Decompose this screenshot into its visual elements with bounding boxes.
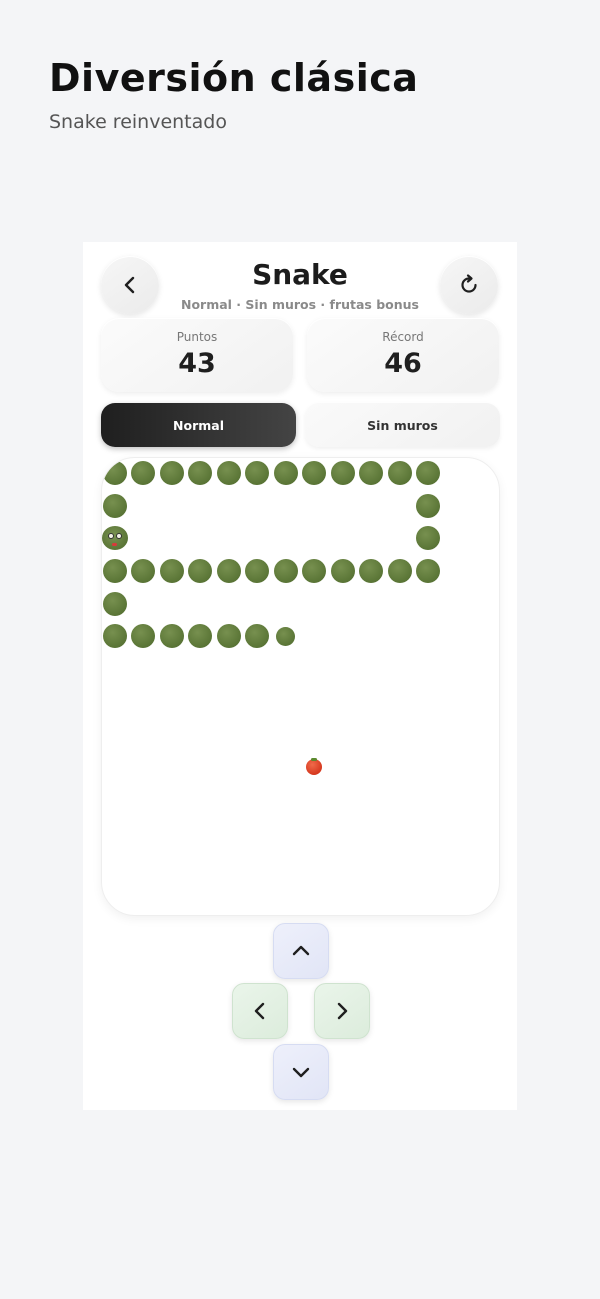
mode-no-walls-button[interactable]: Sin muros [305, 403, 500, 447]
snake-segment [416, 461, 440, 485]
snake-segment [103, 461, 127, 485]
dpad-down-button[interactable] [273, 1044, 329, 1100]
snake-eye [108, 533, 114, 539]
snake-segment [388, 559, 412, 583]
snake-segment [217, 461, 241, 485]
snake-segment [331, 559, 355, 583]
snake-segment [217, 624, 241, 648]
snake-tongue [112, 543, 117, 546]
snake-segment [359, 461, 383, 485]
snake-segment [188, 559, 212, 583]
fruit [306, 758, 322, 775]
snake-segment [217, 559, 241, 583]
refresh-icon [461, 274, 477, 293]
snake-head [102, 526, 128, 550]
score-value: 43 [178, 348, 216, 379]
snake-segment [274, 559, 298, 583]
snake-segment [274, 461, 298, 485]
snake-segment [131, 559, 155, 583]
snake-segment [160, 461, 184, 485]
dpad-right-button[interactable] [314, 983, 370, 1039]
chevron-down-icon [292, 1067, 310, 1078]
snake-segment [388, 461, 412, 485]
snake-segment [302, 559, 326, 583]
game-screen: Snake Normal · Sin muros · frutas bonus … [83, 242, 517, 1110]
snake-segment [245, 559, 269, 583]
snake-segment [416, 494, 440, 518]
reset-button[interactable] [440, 256, 498, 314]
mode-normal-button[interactable]: Normal [101, 403, 296, 447]
record-label: Récord [382, 330, 424, 344]
record-card: Récord 46 [307, 318, 499, 392]
chevron-right-icon [337, 1002, 348, 1020]
snake-tail [276, 627, 295, 646]
snake-segment [131, 624, 155, 648]
snake-segment [245, 624, 269, 648]
snake-segment [188, 624, 212, 648]
score-label: Puntos [176, 330, 218, 344]
game-board[interactable] [101, 457, 500, 916]
chevron-left-icon [254, 1002, 265, 1020]
record-value: 46 [384, 348, 422, 379]
snake-segment [103, 624, 127, 648]
snake-segment [416, 559, 440, 583]
fruit-leaf [311, 758, 317, 761]
dpad-up-button[interactable] [273, 923, 329, 979]
snake-segment [103, 559, 127, 583]
snake-segment [160, 559, 184, 583]
hero-title: Diversión clásica [49, 56, 419, 100]
snake-segment [359, 559, 383, 583]
snake-segment [245, 461, 269, 485]
snake-segment [103, 494, 127, 518]
snake-segment [188, 461, 212, 485]
snake-segment [331, 461, 355, 485]
snake-segment [160, 624, 184, 648]
snake-segment [302, 461, 326, 485]
snake-segment [103, 592, 127, 616]
hero-subtitle: Snake reinventado [49, 111, 227, 133]
score-card: Puntos 43 [101, 318, 293, 392]
snake-segment [416, 526, 440, 550]
snake-eye [116, 533, 122, 539]
snake-segment [131, 461, 155, 485]
dpad-left-button[interactable] [232, 983, 288, 1039]
chevron-up-icon [292, 945, 310, 956]
